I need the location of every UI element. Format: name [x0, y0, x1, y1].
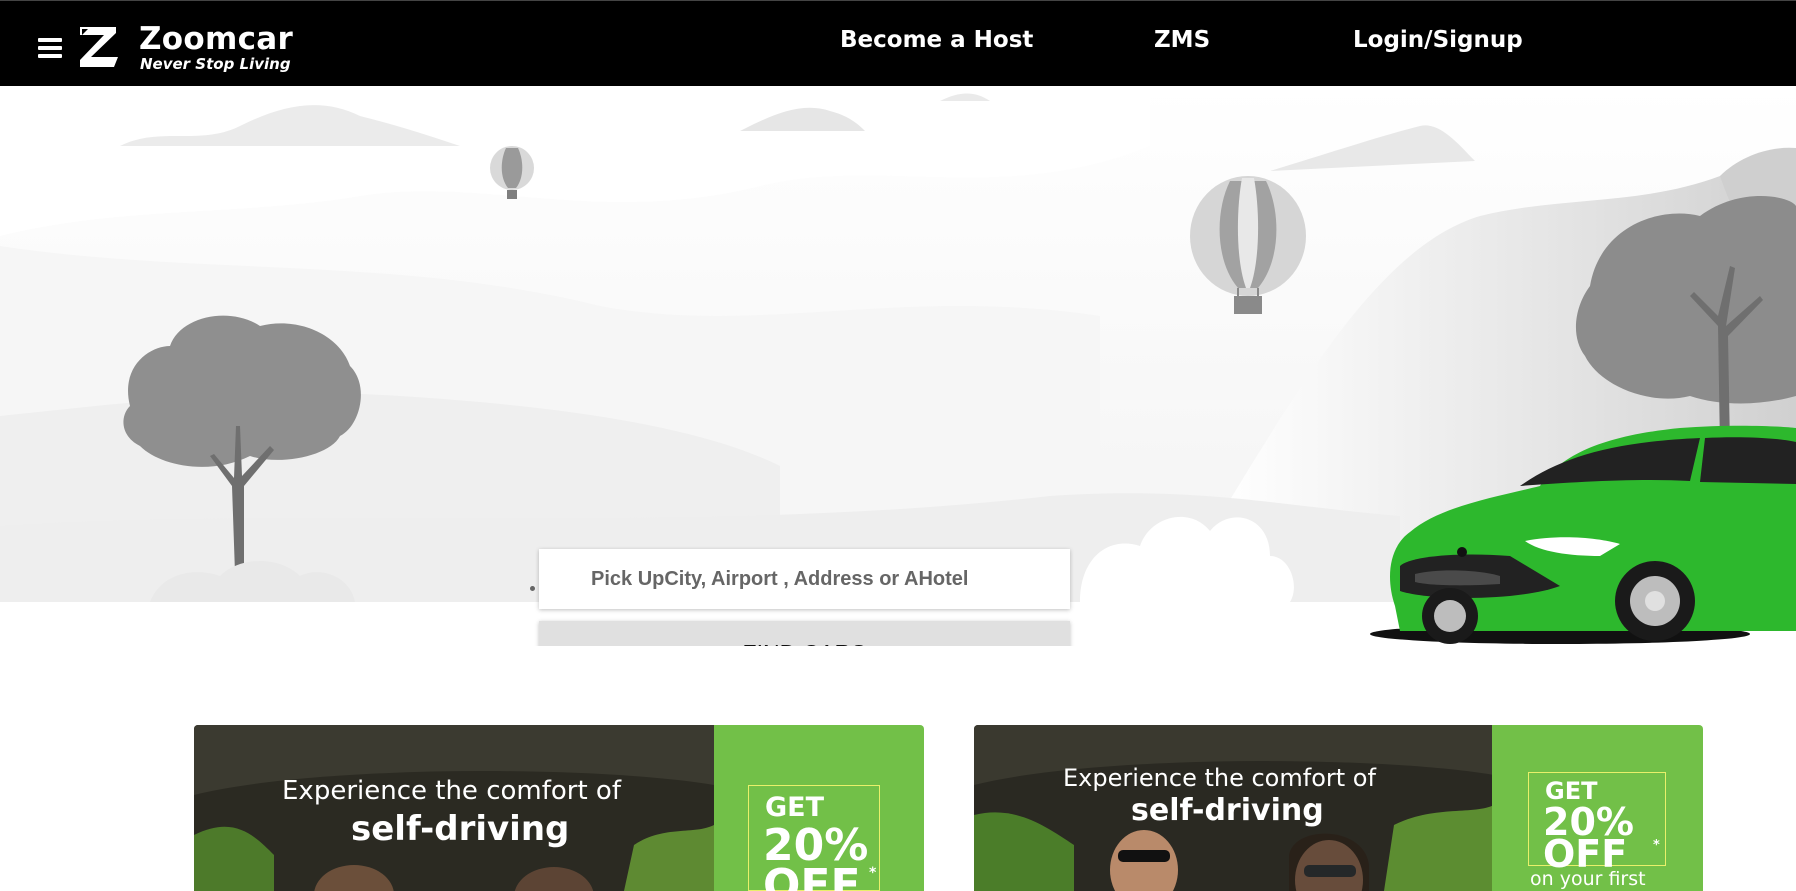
zoomcar-logo-icon[interactable]	[76, 23, 122, 69]
promo-subheadline: self-driving	[1131, 793, 1324, 828]
promo-banner[interactable]: Experience the comfort of self-driving G…	[194, 725, 924, 891]
offer-off: OFF	[763, 860, 861, 891]
pickup-location-input[interactable]	[539, 549, 1070, 609]
promo-headline: Experience the comfort of	[282, 776, 621, 806]
find-cars-button[interactable]: FIND CARS	[539, 621, 1070, 646]
offer-badge: GET 20% OFF *	[1528, 772, 1666, 873]
offer-asterisk: *	[869, 865, 877, 881]
nav-zms[interactable]: ZMS	[1154, 27, 1210, 53]
promo-headline: Experience the comfort of	[1063, 764, 1376, 792]
promo-car-interior-photo	[194, 725, 714, 891]
promo-banner[interactable]: Experience the comfort of self-driving G…	[974, 725, 1703, 891]
offer-asterisk: *	[1653, 838, 1660, 853]
offer-badge: GET 20% OFF *	[748, 785, 880, 891]
nav-login-signup[interactable]: Login/Signup	[1353, 27, 1523, 53]
pickup-search-box[interactable]	[539, 549, 1070, 609]
brand-name[interactable]: Zoomcar	[139, 21, 293, 57]
hamburger-menu-icon[interactable]	[38, 38, 62, 58]
promo-subheadline: self-driving	[351, 809, 570, 849]
search-bullet	[530, 586, 535, 591]
offer-subtext: on your first	[1530, 868, 1646, 890]
hero-section: FIND CARS	[0, 86, 1796, 646]
offer-get: GET	[765, 792, 825, 823]
site-header: Zoomcar Never Stop Living Become a Host …	[0, 0, 1796, 86]
brand-tagline: Never Stop Living	[140, 55, 291, 73]
nav-become-host[interactable]: Become a Host	[840, 27, 1033, 53]
